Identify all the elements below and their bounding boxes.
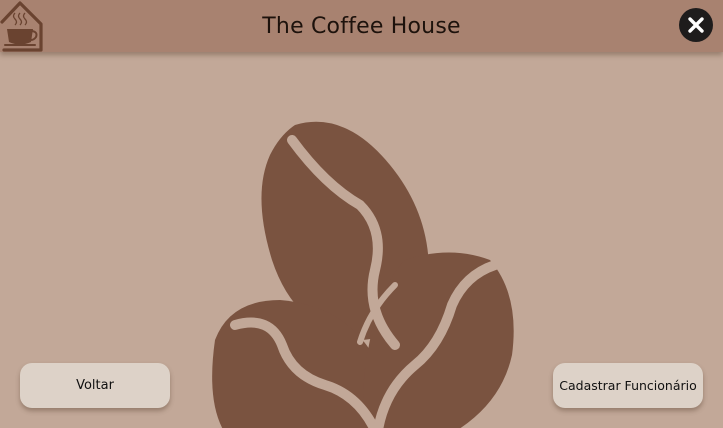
title-bar: The Coffee House: [0, 0, 723, 52]
register-employee-button[interactable]: Cadastrar Funcionário: [553, 363, 703, 408]
coffee-beans-icon: [212, 121, 514, 428]
close-icon: [688, 17, 704, 33]
back-button[interactable]: Voltar: [20, 363, 170, 408]
page-title: The Coffee House: [262, 14, 461, 39]
close-button[interactable]: [679, 8, 713, 42]
app-window: The Coffee House Voltar Cadastrar Funcio…: [0, 0, 723, 428]
